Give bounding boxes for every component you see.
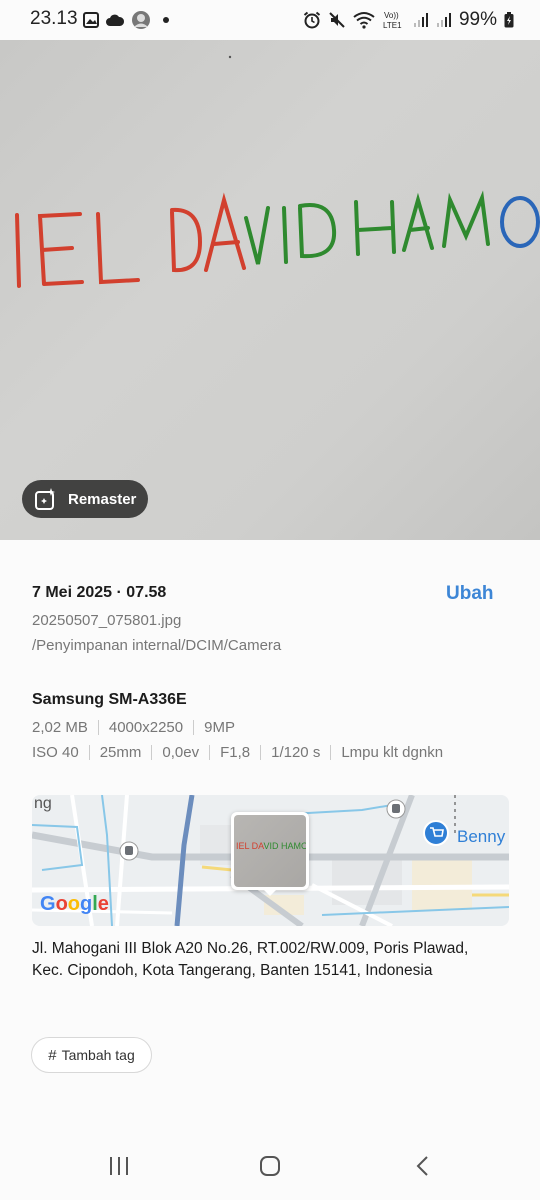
divider <box>88 745 90 760</box>
volte-icon: Vo)) LTE1 <box>383 11 402 30</box>
aperture: F1,8 <box>220 744 251 761</box>
map-photo-thumbnail: IEL DAVID HAMO <box>234 815 306 887</box>
cloud-icon <box>106 14 125 26</box>
map-photo-marker[interactable]: IEL DAVID HAMO <box>231 812 309 890</box>
signal-icon-2 <box>436 13 451 27</box>
thumbnail-text-red: IEL DA <box>236 841 264 851</box>
iso: ISO 40 <box>32 744 79 761</box>
status-time: 23.13 <box>30 8 78 29</box>
divider <box>151 745 153 760</box>
mute-icon <box>329 12 345 28</box>
location-address: Jl. Mahogani III Blok A20 No.26, RT.002/… <box>32 940 469 979</box>
google-letter: e <box>97 893 109 915</box>
divider <box>97 720 99 735</box>
map-place-label: ng <box>34 795 52 812</box>
recent-apps-icon[interactable] <box>108 1155 130 1177</box>
gallery-notification-icon <box>83 12 99 28</box>
add-tag-button[interactable]: # Tambah tag <box>31 1037 152 1073</box>
alarm-icon <box>303 11 321 29</box>
file-path: /Penyimpanan internal/DCIM/Camera <box>32 637 282 654</box>
map-marker-pointer <box>262 888 278 896</box>
divider <box>209 745 211 760</box>
google-letter: o <box>67 893 80 915</box>
map-place-label-benny: Benny <box>457 827 506 846</box>
google-letter: G <box>40 893 56 915</box>
google-letter: g <box>80 893 93 915</box>
divider <box>193 720 195 735</box>
flash-mode: Lmpu klt dgnkn <box>341 744 444 761</box>
file-name: 20250507_075801.jpg <box>32 612 182 629</box>
location-map[interactable]: ng Benny Google IEL DAVID HAMO <box>32 795 509 926</box>
home-icon[interactable] <box>259 1155 281 1177</box>
exposure-value: 0,0ev <box>162 744 200 761</box>
divider <box>260 745 262 760</box>
thumbnail-text-green: VID HAMO <box>263 841 306 851</box>
wifi-icon <box>353 12 375 29</box>
status-bar: 23.13 Vo)) LTE1 99% <box>0 0 540 40</box>
battery-percent: 99% <box>458 9 497 30</box>
image-meta-row: 2,02 MB 4000x2250 9MP <box>32 719 235 736</box>
hashtag-icon: # <box>48 1046 57 1064</box>
photo-date-time: 7 Mei 2025 · 07.58 <box>32 584 167 601</box>
remaster-button[interactable]: Remaster <box>22 480 148 518</box>
svg-text:LTE1: LTE1 <box>383 21 402 30</box>
remaster-sparkle-icon <box>35 488 55 510</box>
more-notifications-dot <box>163 17 169 23</box>
divider <box>330 745 332 760</box>
resolution: 4000x2250 <box>108 719 184 736</box>
thumbnail-handwriting: IEL DAVID HAMO <box>236 841 306 851</box>
google-letter: o <box>55 893 68 915</box>
handwriting-image <box>15 55 540 288</box>
notification-icons <box>83 10 169 30</box>
focal-length: 25mm <box>99 744 142 761</box>
back-icon[interactable] <box>412 1155 434 1177</box>
svg-text:Vo)): Vo)) <box>384 11 399 20</box>
file-size: 2,02 MB <box>32 719 88 736</box>
navigation-bar <box>0 1135 540 1200</box>
avatar-notification-icon <box>132 11 150 29</box>
camera-meta-row: ISO 40 25mm 0,0ev F1,8 1/120 s Lmpu klt … <box>32 744 443 761</box>
google-logo: Google <box>40 893 109 916</box>
device-name: Samsung SM-A336E <box>32 691 187 708</box>
signal-icon <box>413 13 428 27</box>
add-tag-label: Tambah tag <box>61 1047 135 1063</box>
shutter-speed: 1/120 s <box>271 744 321 761</box>
remaster-label: Remaster <box>68 490 137 508</box>
edit-details-button[interactable]: Ubah <box>446 583 494 605</box>
photo-viewer[interactable]: Remaster <box>0 40 540 540</box>
system-icons: Vo)) LTE1 99% <box>303 8 514 32</box>
battery-charging-icon <box>504 12 514 28</box>
megapixels: 9MP <box>204 719 235 736</box>
